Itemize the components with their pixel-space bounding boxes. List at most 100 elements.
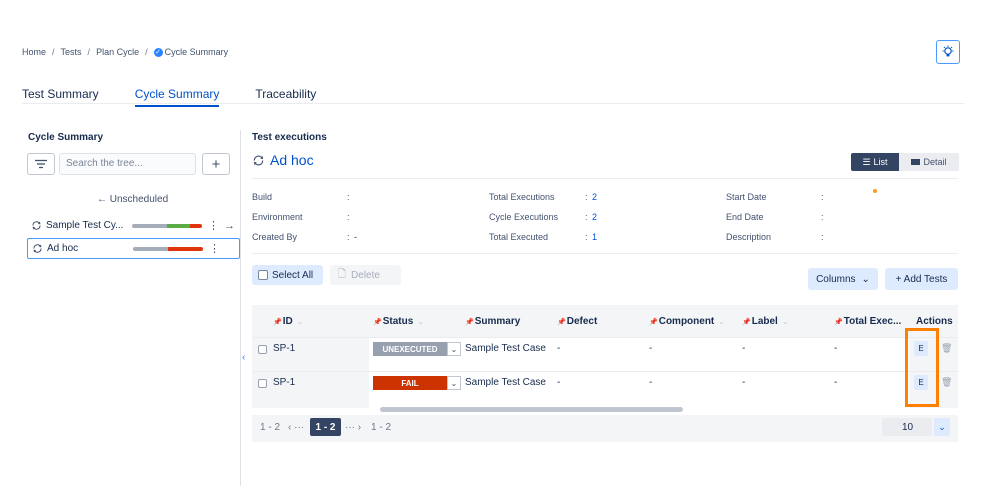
more-options-icon[interactable]: ⋮ <box>208 219 219 232</box>
breadcrumb-plan-cycle[interactable]: Plan Cycle <box>96 47 139 57</box>
left-panel-title: Cycle Summary <box>28 132 104 143</box>
breadcrumb-tests[interactable]: Tests <box>61 47 82 57</box>
info-colon: : <box>585 232 588 242</box>
info-total-executions-value[interactable]: 2 <box>592 192 597 202</box>
progress-unexecuted <box>133 246 168 251</box>
status-dropdown-button[interactable]: ⌄ <box>447 342 461 356</box>
horizontal-scrollbar[interactable] <box>380 407 683 412</box>
cycle-title: Ad hoc <box>252 152 314 168</box>
add-tests-button[interactable]: + Add Tests <box>885 268 958 290</box>
progress-unexecuted <box>132 223 167 228</box>
info-description-label: Description <box>726 232 772 242</box>
info-cycle-executions-value[interactable]: 2 <box>592 212 597 222</box>
header-divider <box>252 178 958 179</box>
cycle-name: Ad hoc <box>270 152 314 168</box>
lightbulb-button[interactable] <box>936 40 960 64</box>
info-total-executed-value[interactable]: 1 <box>592 232 597 242</box>
test-executions-title: Test executions <box>252 132 327 143</box>
column-header-id-label: ID <box>282 316 293 327</box>
column-header-label[interactable]: 📌 Label ⌄ <box>742 316 789 327</box>
tab-traceability[interactable]: Traceability <box>255 87 316 107</box>
info-build-label: Build <box>252 192 273 202</box>
info-divider <box>252 253 958 254</box>
row-summary: Sample Test Case <box>465 377 546 388</box>
info-colon: : <box>821 232 824 242</box>
columns-button[interactable]: Columns ⌄ <box>808 268 878 290</box>
column-header-actions-label: Actions <box>916 316 953 327</box>
view-detail-button[interactable]: Detail <box>899 153 959 171</box>
pin-icon: 📌 <box>273 318 282 326</box>
column-header-defect[interactable]: 📌 Defect <box>557 316 597 327</box>
column-header-status-label: Status <box>382 316 414 327</box>
row-label: - <box>742 343 746 354</box>
status-pill-unexecuted[interactable]: UNEXECUTED <box>373 342 447 356</box>
column-header-total-exec-label: Total Exec... <box>843 316 902 327</box>
row-summary: Sample Test Case <box>465 343 546 354</box>
breadcrumb-separator: / <box>87 47 91 57</box>
tab-test-summary[interactable]: Test Summary <box>22 87 99 107</box>
view-list-button[interactable]: ☰ List <box>851 153 899 171</box>
delete-row-icon[interactable]: 🗑 <box>941 343 952 354</box>
highlight-box <box>905 328 939 407</box>
tab-cycle-summary[interactable]: Cycle Summary <box>134 87 220 107</box>
sort-icon: ⌄ <box>296 317 304 326</box>
add-cycle-button[interactable]: + <box>202 153 230 175</box>
per-page-select[interactable]: 10 <box>882 418 932 436</box>
chevron-down-icon[interactable]: ⌄ <box>934 418 950 436</box>
row-divider <box>252 337 958 338</box>
check-circle-icon: ✓ <box>153 47 163 57</box>
tree-item-sample-test-cycle[interactable]: Sample Test Cy... ⋮ → <box>27 215 240 236</box>
id-column-bg <box>252 305 369 408</box>
column-header-id[interactable]: 📌 ID ⌄ <box>273 316 303 327</box>
row-total-exec: - <box>834 377 838 388</box>
tree-search-input[interactable]: Search the tree... <box>59 153 196 175</box>
arrow-right-icon[interactable]: → <box>224 220 235 232</box>
status-pill-fail[interactable]: FAIL <box>373 376 447 390</box>
filter-icon <box>35 159 47 169</box>
column-header-status[interactable]: 📌 Status ⌄ <box>373 316 424 327</box>
unscheduled-link[interactable]: ← Unscheduled <box>97 194 168 205</box>
row-id-link[interactable]: SP-1 <box>273 377 295 388</box>
prev-page-button[interactable]: ‹ ··· <box>288 422 304 433</box>
column-header-summary-label: Summary <box>474 316 521 327</box>
progress-fail <box>168 246 203 251</box>
progress-fail <box>190 223 202 228</box>
status-dropdown-button[interactable]: ⌄ <box>447 376 461 390</box>
row-id-link[interactable]: SP-1 <box>273 343 295 354</box>
collapse-panel-icon[interactable]: ‹ <box>242 352 245 363</box>
pin-icon: 📌 <box>373 318 382 326</box>
row-component: - <box>649 343 653 354</box>
tree-item-ad-hoc[interactable]: Ad hoc ⋮ <box>27 238 240 259</box>
info-colon: : <box>821 192 824 202</box>
info-total-executed-label: Total Executed <box>489 232 549 242</box>
column-header-total-exec[interactable]: 📌 Total Exec... <box>834 316 901 327</box>
cycle-icon <box>253 155 264 165</box>
more-options-icon[interactable]: ⋮ <box>209 242 220 255</box>
current-page[interactable]: 1 - 2 <box>310 418 341 436</box>
info-colon: : <box>347 232 350 242</box>
range-text: 1 - 2 <box>260 422 281 433</box>
cycle-icon <box>32 221 41 230</box>
filter-button[interactable] <box>27 153 55 175</box>
info-total-executions-label: Total Executions <box>489 192 555 202</box>
tree-item-label: Sample Test Cy... <box>46 220 124 231</box>
column-header-defect-label: Defect <box>566 316 598 327</box>
row-checkbox[interactable] <box>258 379 267 388</box>
pin-icon: 📌 <box>649 318 658 326</box>
delete-button[interactable]: 🗋 Delete <box>330 265 401 285</box>
column-header-component[interactable]: 📌 Component ⌄ <box>649 316 725 327</box>
row-total-exec: - <box>834 343 838 354</box>
checkbox-icon <box>258 270 268 280</box>
delete-row-icon[interactable]: 🗑 <box>941 377 952 388</box>
select-all-button[interactable]: Select All <box>252 265 323 285</box>
column-header-summary[interactable]: 📌 Summary <box>465 316 520 327</box>
row-checkbox[interactable] <box>258 345 267 354</box>
trash-icon: 🗋 <box>338 268 347 280</box>
pin-icon: 📌 <box>465 318 474 326</box>
breadcrumb-home[interactable]: Home <box>22 47 46 57</box>
info-cycle-executions-label: Cycle Executions <box>489 212 559 222</box>
info-colon: : <box>347 192 350 202</box>
range-text: 1 - 2 <box>371 422 392 433</box>
delete-label: Delete <box>351 269 380 281</box>
next-page-button[interactable]: ··· › <box>345 422 361 433</box>
